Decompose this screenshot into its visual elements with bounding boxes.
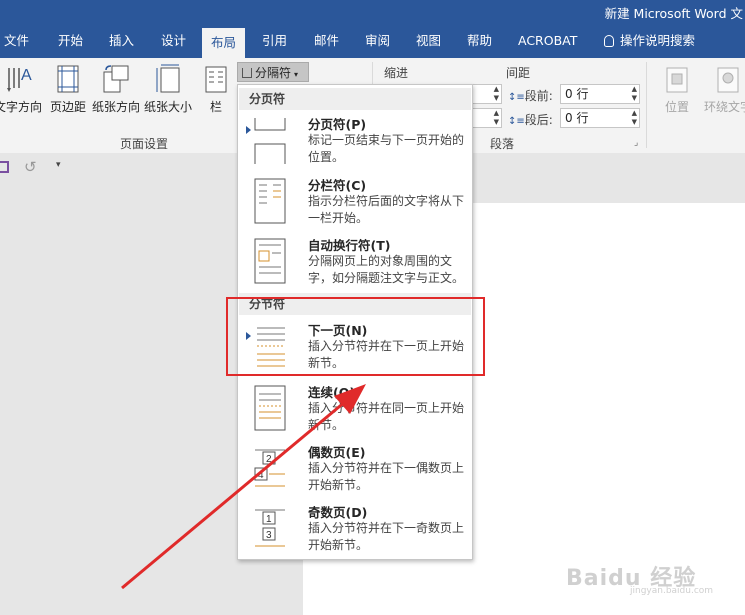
annotation-arrow-icon [121, 384, 366, 590]
watermark-url: jingyan.baidu.com [630, 586, 714, 596]
